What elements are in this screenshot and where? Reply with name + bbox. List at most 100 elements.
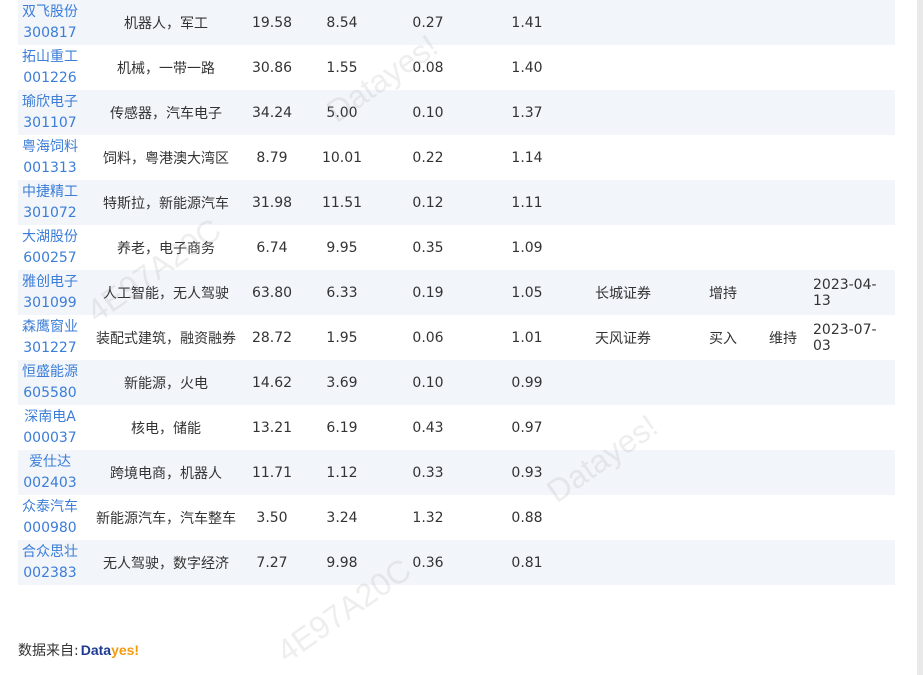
stock-name-link[interactable]: 中捷精工 — [22, 182, 78, 203]
pb-cell: 9.95 — [326, 239, 358, 256]
score-cell: 0.93 — [511, 464, 543, 481]
stock-code-link[interactable]: 000037 — [23, 428, 76, 449]
table-row: 众泰汽车 000980 新能源汽车，汽车整车 3.50 3.24 1.32 0.… — [18, 495, 895, 540]
stock-code-link[interactable]: 002383 — [23, 563, 76, 584]
concept-cell: 人工智能，无人驾驶 — [103, 285, 229, 302]
stock-name-link[interactable]: 瑜欣电子 — [22, 92, 78, 113]
score-cell: 1.14 — [511, 149, 543, 166]
pb-cell: 1.12 — [326, 464, 358, 481]
score-cell: 0.97 — [511, 419, 543, 436]
datayes-logo[interactable]: Datayes! — [81, 642, 139, 658]
date-cell — [813, 450, 893, 495]
ratio-cell: 0.33 — [412, 464, 444, 481]
scrollbar[interactable] — [917, 0, 923, 675]
stock-code-link[interactable]: 301072 — [23, 203, 76, 224]
ratio-cell: 0.19 — [412, 284, 444, 301]
pb-cell: 6.19 — [326, 419, 358, 436]
broker-cell — [583, 0, 663, 45]
broker-cell — [583, 450, 663, 495]
stock-name-link[interactable]: 合众思壮 — [22, 542, 78, 563]
score-cell: 0.99 — [511, 374, 543, 391]
rating-change-cell — [768, 405, 798, 450]
date-cell — [813, 495, 893, 540]
stock-name-link[interactable]: 爱仕达 — [29, 452, 71, 473]
rating-change-cell — [768, 540, 798, 585]
stock-name-link[interactable]: 粤海饲料 — [22, 137, 78, 158]
table-row: 中捷精工 301072 特斯拉，新能源汽车 31.98 11.51 0.12 1… — [18, 180, 895, 225]
stock-code-link[interactable]: 605580 — [23, 383, 76, 404]
rating-change-cell — [768, 270, 798, 315]
stock-name-link[interactable]: 拓山重工 — [22, 47, 78, 68]
rating-change-cell — [768, 450, 798, 495]
stock-table: 双飞股份 300817 机器人，军工 19.58 8.54 0.27 1.41 … — [18, 0, 895, 585]
ratio-cell: 0.27 — [412, 14, 444, 31]
stock-cell: 恒盛能源 605580 — [18, 360, 82, 405]
stock-code-link[interactable]: 300817 — [23, 23, 76, 44]
score-cell: 0.88 — [511, 509, 543, 526]
stock-name-link[interactable]: 大湖股份 — [22, 227, 78, 248]
date-cell — [813, 180, 893, 225]
pe-cell: 13.21 — [251, 419, 293, 436]
broker-cell: 长城证券 — [595, 285, 651, 302]
stock-cell: 雅创电子 301099 — [18, 270, 82, 315]
rating-cell — [708, 135, 738, 180]
pe-cell: 8.79 — [256, 149, 288, 166]
pe-cell: 31.98 — [251, 194, 293, 211]
concept-cell: 特斯拉，新能源汽车 — [103, 195, 229, 212]
stock-cell: 粤海饲料 001313 — [18, 135, 82, 180]
pe-cell: 34.24 — [251, 104, 293, 121]
stock-name-link[interactable]: 众泰汽车 — [22, 497, 78, 518]
stock-code-link[interactable]: 301107 — [23, 113, 76, 134]
rating-change-cell — [768, 495, 798, 540]
stock-code-link[interactable]: 001226 — [23, 68, 76, 89]
score-cell: 1.37 — [511, 104, 543, 121]
broker-cell — [583, 180, 663, 225]
table-row: 双飞股份 300817 机器人，军工 19.58 8.54 0.27 1.41 — [18, 0, 895, 45]
stock-name-link[interactable]: 恒盛能源 — [22, 362, 78, 383]
concept-cell: 饲料，粤港澳大湾区 — [103, 150, 229, 167]
rating-change-cell — [768, 135, 798, 180]
stock-cell: 爱仕达 002403 — [18, 450, 82, 495]
ratio-cell: 0.10 — [412, 374, 444, 391]
data-source: 数据来自: Datayes! — [18, 640, 139, 660]
table-row: 爱仕达 002403 跨境电商，机器人 11.71 1.12 0.33 0.93 — [18, 450, 895, 495]
concept-cell: 装配式建筑，融资融券 — [96, 330, 236, 347]
pb-cell: 1.95 — [326, 329, 358, 346]
score-cell: 1.01 — [511, 329, 543, 346]
pe-cell: 7.27 — [256, 554, 288, 571]
stock-cell: 双飞股份 300817 — [18, 0, 82, 45]
rating-change-cell — [768, 90, 798, 135]
table-row: 大湖股份 600257 养老，电子商务 6.74 9.95 0.35 1.09 — [18, 225, 895, 270]
stock-code-link[interactable]: 600257 — [23, 248, 76, 269]
rating-change-cell — [768, 45, 798, 90]
stock-code-link[interactable]: 301099 — [23, 293, 76, 314]
stock-code-link[interactable]: 001313 — [23, 158, 76, 179]
stock-code-link[interactable]: 301227 — [23, 338, 76, 359]
stock-name-link[interactable]: 深南电A — [24, 407, 76, 428]
rating-change-cell — [768, 0, 798, 45]
pe-cell: 11.71 — [251, 464, 293, 481]
rating-cell — [708, 405, 738, 450]
stock-code-link[interactable]: 000980 — [23, 518, 76, 539]
score-cell: 1.05 — [511, 284, 543, 301]
pe-cell: 63.80 — [251, 284, 293, 301]
stock-code-link[interactable]: 002403 — [23, 473, 76, 494]
ratio-cell: 1.32 — [412, 509, 444, 526]
date-cell — [813, 225, 893, 270]
concept-cell: 传感器，汽车电子 — [110, 105, 222, 122]
date-cell: 2023-07-03 — [813, 321, 877, 354]
pe-cell: 14.62 — [251, 374, 293, 391]
table-row: 拓山重工 001226 机械，一带一路 30.86 1.55 0.08 1.40 — [18, 45, 895, 90]
stock-cell: 中捷精工 301072 — [18, 180, 82, 225]
rating-cell — [708, 450, 738, 495]
concept-cell: 机器人，军工 — [124, 15, 208, 32]
pb-cell: 1.55 — [326, 59, 358, 76]
stock-name-link[interactable]: 双飞股份 — [22, 2, 78, 23]
stock-name-link[interactable]: 森鹰窗业 — [22, 317, 78, 338]
date-cell — [813, 405, 893, 450]
broker-cell — [583, 225, 663, 270]
ratio-cell: 0.22 — [412, 149, 444, 166]
date-cell — [813, 45, 893, 90]
ratio-cell: 0.35 — [412, 239, 444, 256]
stock-name-link[interactable]: 雅创电子 — [22, 272, 78, 293]
